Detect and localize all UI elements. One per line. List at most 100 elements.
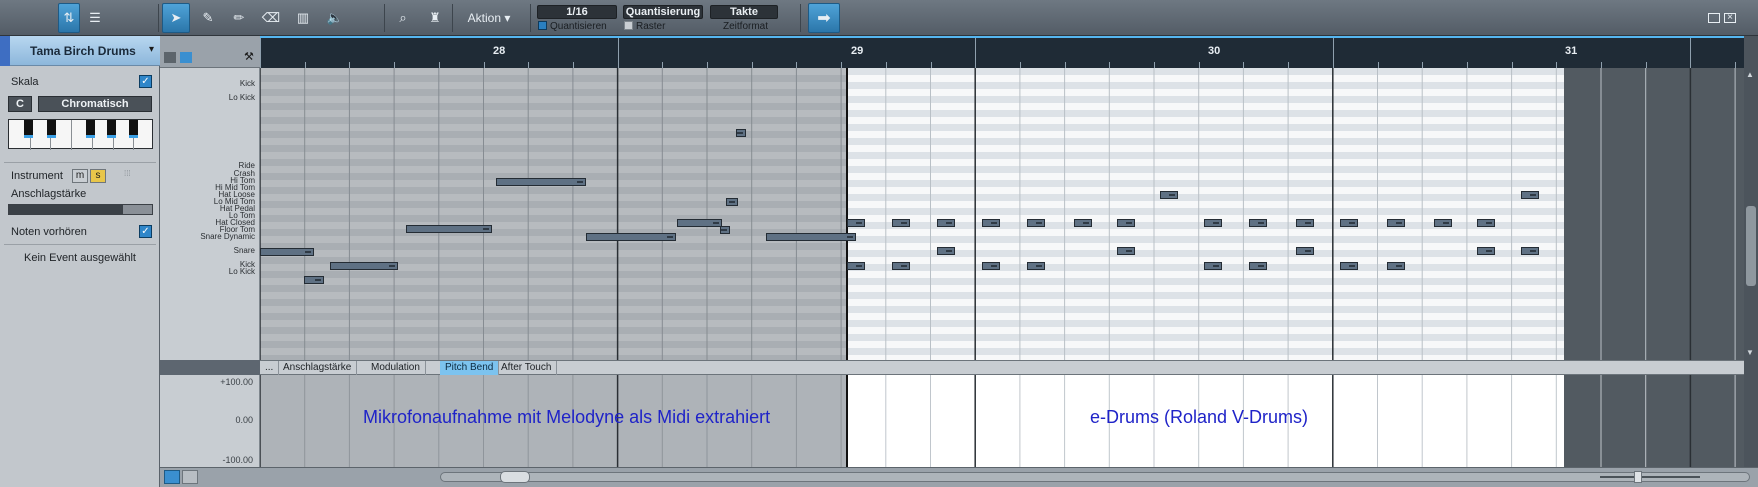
midi-note[interactable] xyxy=(736,129,746,137)
midi-note[interactable] xyxy=(1117,219,1135,227)
quantize-checkbox-icon[interactable] xyxy=(538,21,547,30)
midi-note[interactable] xyxy=(330,262,398,270)
scale-checkbox[interactable]: ✓ xyxy=(139,75,152,88)
pitch-bend-lane[interactable]: Mikrofonaufnahme mit Melodyne als Midi e… xyxy=(260,375,1744,467)
drum-label[interactable]: Kick xyxy=(240,80,255,88)
black-key[interactable] xyxy=(47,120,57,138)
horizontal-scrollbar[interactable] xyxy=(440,472,1750,482)
midi-note[interactable] xyxy=(937,247,955,255)
horizontal-scroll-thumb[interactable] xyxy=(500,471,530,483)
scale-keyboard[interactable] xyxy=(8,119,153,150)
midi-note[interactable] xyxy=(1296,219,1314,227)
timeline-ruler[interactable]: 28 29 30 31 xyxy=(260,36,1744,68)
metronome-icon[interactable]: ♜ xyxy=(424,3,446,33)
speaker-tool-icon[interactable]: 🔈 xyxy=(322,3,348,33)
scale-type-button[interactable]: Chromatisch xyxy=(38,96,152,112)
midi-note[interactable] xyxy=(1027,262,1045,270)
tab-more[interactable]: ... xyxy=(260,361,280,375)
drum-label[interactable]: Lo Kick xyxy=(229,268,255,276)
velocity-slider[interactable] xyxy=(8,204,153,215)
follow-arrow-icon[interactable]: ➡ xyxy=(808,3,840,33)
tab-modulation[interactable]: Modulation xyxy=(366,361,426,375)
pause-icon[interactable] xyxy=(164,52,176,63)
vertical-scrollbar[interactable]: ▲ ▼ xyxy=(1744,36,1758,487)
midi-note[interactable] xyxy=(766,233,856,241)
lane-toggle-icon[interactable] xyxy=(164,470,180,484)
midi-note[interactable] xyxy=(847,262,865,270)
drum-label[interactable]: Snare Dynamic xyxy=(200,233,255,241)
black-key[interactable] xyxy=(24,120,34,138)
midi-note[interactable] xyxy=(260,248,314,256)
raster-checkbox-icon[interactable] xyxy=(624,21,633,30)
note-grid[interactable] xyxy=(260,68,1744,360)
restore-icon[interactable] xyxy=(1708,13,1720,23)
midi-note[interactable] xyxy=(1249,219,1267,227)
paint-tool-icon[interactable]: ✎ xyxy=(195,3,221,33)
tab-velocity[interactable]: Anschlagstärke xyxy=(278,361,358,375)
midi-note[interactable] xyxy=(1204,219,1222,227)
midi-note[interactable] xyxy=(1249,262,1267,270)
chevron-down-icon[interactable]: ▾ xyxy=(149,44,154,55)
window-controls[interactable]: × xyxy=(1692,3,1752,33)
midi-note[interactable] xyxy=(1296,247,1314,255)
mute-button[interactable]: m xyxy=(72,169,88,183)
tab-after-touch[interactable]: After Touch xyxy=(496,361,558,375)
sort-icon[interactable]: ⇅ xyxy=(58,3,80,33)
vertical-scroll-thumb[interactable] xyxy=(1746,206,1756,286)
midi-note[interactable] xyxy=(1521,191,1539,199)
close-icon[interactable]: × xyxy=(1724,13,1736,23)
raster-toggle[interactable]: Raster xyxy=(624,21,665,32)
wrench-icon[interactable]: ⚒ xyxy=(244,50,254,63)
midi-note[interactable] xyxy=(982,219,1000,227)
midi-note[interactable] xyxy=(892,219,910,227)
midi-note[interactable] xyxy=(1477,247,1495,255)
midi-note[interactable] xyxy=(677,219,722,227)
midi-note[interactable] xyxy=(1340,262,1358,270)
solo-button[interactable]: s xyxy=(90,169,106,183)
midi-note[interactable] xyxy=(1117,247,1135,255)
keyboard-toggle-icon[interactable] xyxy=(180,52,192,63)
midi-note[interactable] xyxy=(1387,262,1405,270)
midi-note[interactable] xyxy=(1160,191,1178,199)
timeformat-button[interactable]: Takte xyxy=(710,5,778,19)
eraser-tool-icon[interactable]: ⌫ xyxy=(258,3,284,33)
midi-note[interactable] xyxy=(937,219,955,227)
scroll-down-icon[interactable]: ▼ xyxy=(1746,348,1754,357)
pen-tool-icon[interactable]: ✏ xyxy=(225,3,253,33)
midi-note[interactable] xyxy=(406,225,492,233)
midi-note[interactable] xyxy=(1434,219,1452,227)
zoom-icon[interactable]: ⌕ xyxy=(392,3,414,33)
midi-note[interactable] xyxy=(1387,219,1405,227)
midi-note[interactable] xyxy=(720,226,730,234)
black-key[interactable] xyxy=(85,120,95,138)
quantize-value[interactable]: 1/16 xyxy=(537,5,617,19)
black-key[interactable] xyxy=(129,120,139,138)
midi-note[interactable] xyxy=(1027,219,1045,227)
midi-note[interactable] xyxy=(1521,247,1539,255)
zoom-slider[interactable] xyxy=(1600,471,1700,483)
lane-expand-icon[interactable] xyxy=(182,470,198,484)
pointer-tool-icon[interactable]: ➤ xyxy=(162,3,190,33)
drum-label[interactable]: Snare xyxy=(234,247,255,255)
black-key[interactable] xyxy=(107,120,117,138)
midi-note[interactable] xyxy=(1340,219,1358,227)
quantization-button[interactable]: Quantisierung xyxy=(623,5,703,19)
midi-note[interactable] xyxy=(847,219,865,227)
split-tool-icon[interactable]: ▥ xyxy=(290,3,316,33)
midi-note[interactable] xyxy=(496,178,586,186)
scroll-up-icon[interactable]: ▲ xyxy=(1746,70,1754,79)
list-view-icon[interactable]: ☰ xyxy=(84,3,106,33)
midi-note[interactable] xyxy=(1204,262,1222,270)
scale-root-button[interactable]: C xyxy=(8,96,32,112)
instrument-header[interactable]: Tama Birch Drums ▾ xyxy=(0,36,160,66)
midi-note[interactable] xyxy=(726,198,738,206)
midi-note[interactable] xyxy=(304,276,324,284)
action-menu[interactable]: Aktion ▾ xyxy=(458,3,520,33)
midi-note[interactable] xyxy=(892,262,910,270)
midi-note[interactable] xyxy=(982,262,1000,270)
preview-checkbox[interactable]: ✓ xyxy=(139,225,152,238)
drum-label[interactable]: Lo Kick xyxy=(229,94,255,102)
midi-note[interactable] xyxy=(1074,219,1092,227)
midi-note[interactable] xyxy=(586,233,676,241)
quantize-toggle[interactable]: Quantisieren xyxy=(538,21,607,32)
